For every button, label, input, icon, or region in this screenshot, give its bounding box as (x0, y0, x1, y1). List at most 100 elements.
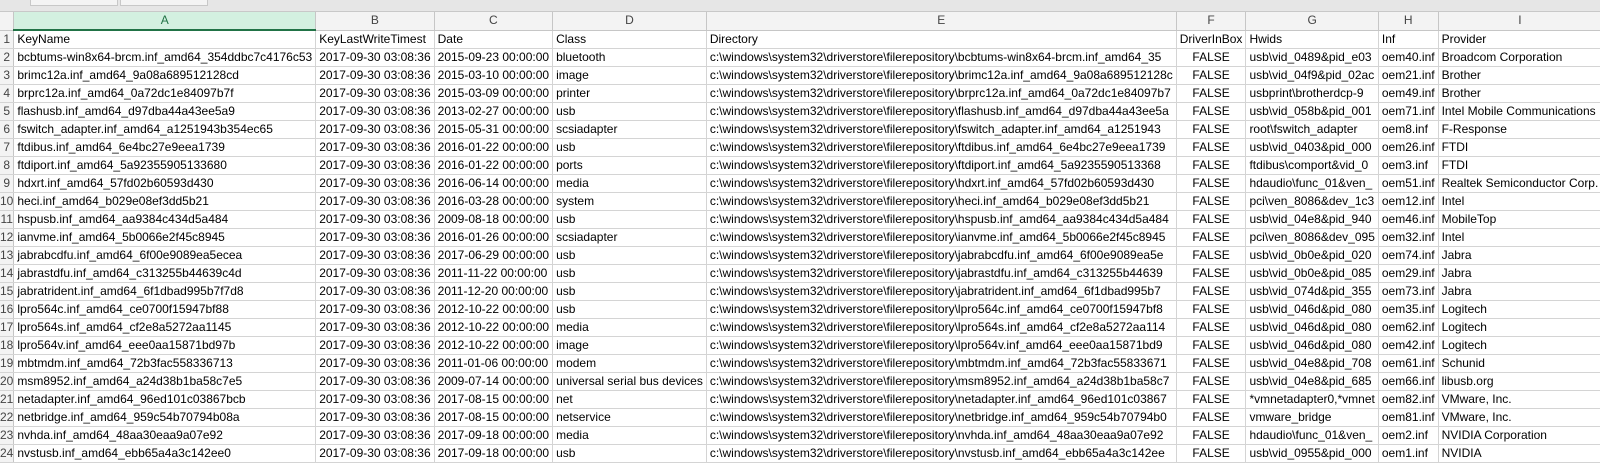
cell[interactable]: ianvme.inf_amd64_5b0066e2f45c8945 (13, 228, 317, 247)
cell[interactable]: brimc12a.inf_amd64_9a08a689512128cd (13, 66, 317, 85)
row-number[interactable]: 22 (0, 408, 15, 427)
cell[interactable]: 2017-09-30 03:08:36 (315, 66, 435, 85)
cell[interactable]: VMware, Inc. (1438, 390, 1600, 409)
cell[interactable]: 2017-09-30 03:08:36 (315, 210, 435, 229)
row-number[interactable]: 2 (0, 48, 15, 67)
cell[interactable]: 2017-09-30 03:08:36 (315, 444, 435, 463)
row-number[interactable]: 5 (0, 102, 15, 121)
cell[interactable]: FALSE (1176, 138, 1247, 157)
cell[interactable]: hdxrt.inf_amd64_57fd02b60593d430 (13, 174, 317, 193)
cell[interactable]: c:\windows\system32\driverstore\filerepo… (706, 354, 1177, 373)
cell[interactable]: 2017-09-30 03:08:36 (315, 426, 435, 445)
cell[interactable]: FALSE (1176, 354, 1247, 373)
cell[interactable]: 2017-09-30 03:08:36 (315, 354, 435, 373)
cell[interactable]: msm8952.inf_amd64_a24d38b1ba58c7e5 (13, 372, 317, 391)
column-header-g[interactable]: G (1245, 12, 1379, 31)
cell[interactable]: 2016-01-22 00:00:00 (434, 156, 554, 175)
cell[interactable]: lpro564v.inf_amd64_eee0aa15871bd97b (13, 336, 317, 355)
cell[interactable]: Intel (1438, 228, 1600, 247)
cell[interactable]: usb (552, 300, 707, 319)
cell[interactable]: Intel Mobile Communications (1438, 102, 1600, 121)
cell[interactable]: oem26.inf (1378, 138, 1439, 157)
cell[interactable]: pci\ven_8086&dev_1c3 (1245, 192, 1379, 211)
cell[interactable]: Logitech (1438, 318, 1600, 337)
cell[interactable]: usb (552, 282, 707, 301)
cell[interactable]: FALSE (1176, 174, 1247, 193)
cell[interactable]: nvstusb.inf_amd64_ebb65a4a3c142ee0 (13, 444, 317, 463)
cell[interactable]: FALSE (1176, 66, 1247, 85)
cell[interactable]: printer (552, 84, 707, 103)
cell[interactable]: heci.inf_amd64_b029e08ef3dd5b21 (13, 192, 317, 211)
cell[interactable]: FALSE (1176, 390, 1247, 409)
cell[interactable]: oem71.inf (1378, 102, 1439, 121)
cell[interactable]: KeyLastWriteTimest (315, 30, 435, 49)
cell[interactable]: usb\vid_0955&pid_000 (1245, 444, 1379, 463)
cell[interactable]: system (552, 192, 707, 211)
cell[interactable]: usb\vid_046d&pid_080 (1245, 318, 1379, 337)
cell[interactable]: 2012-10-22 00:00:00 (434, 300, 554, 319)
cell[interactable]: 2012-10-22 00:00:00 (434, 318, 554, 337)
cell[interactable]: c:\windows\system32\driverstore\filerepo… (706, 102, 1177, 121)
cell[interactable]: image (552, 66, 707, 85)
cell[interactable]: oem35.inf (1378, 300, 1439, 319)
column-header-f[interactable]: F (1176, 12, 1247, 31)
cell[interactable]: usb\vid_04f9&pid_02ac (1245, 66, 1379, 85)
cell[interactable]: Provider (1438, 30, 1600, 49)
cell[interactable]: Jabra (1438, 246, 1600, 265)
cell[interactable]: c:\windows\system32\driverstore\filerepo… (706, 264, 1177, 283)
row-number[interactable]: 11 (0, 210, 15, 229)
cell[interactable]: c:\windows\system32\driverstore\filerepo… (706, 426, 1177, 445)
cell[interactable]: 2017-09-30 03:08:36 (315, 84, 435, 103)
cell[interactable]: usb\vid_0b0e&pid_085 (1245, 264, 1379, 283)
cell[interactable]: ftdibus.inf_amd64_6e4bc27e9eea1739 (13, 138, 317, 157)
cell[interactable]: NVIDIA Corporation (1438, 426, 1600, 445)
cell[interactable]: 2009-07-14 00:00:00 (434, 372, 554, 391)
cell[interactable]: DriverInBox (1176, 30, 1247, 49)
cell[interactable]: KeyName (13, 30, 317, 49)
cell[interactable]: 2017-09-30 03:08:36 (315, 282, 435, 301)
row-number[interactable]: 16 (0, 300, 15, 319)
cell[interactable]: jabrastdfu.inf_amd64_c313255b44639c4d (13, 264, 317, 283)
cell[interactable]: 2017-09-30 03:08:36 (315, 156, 435, 175)
sheet-view-tab[interactable] (30, 0, 118, 6)
cell[interactable]: 2011-01-06 00:00:00 (434, 354, 554, 373)
cell[interactable]: Class (552, 30, 707, 49)
cell[interactable]: FALSE (1176, 372, 1247, 391)
sheet-view-tab[interactable] (120, 0, 208, 6)
row-number[interactable]: 12 (0, 228, 15, 247)
cell[interactable]: libusb.org (1438, 372, 1600, 391)
cell[interactable]: net (552, 390, 707, 409)
row-number[interactable]: 3 (0, 66, 15, 85)
cell[interactable]: oem73.inf (1378, 282, 1439, 301)
cell[interactable]: Brother (1438, 66, 1600, 85)
cell[interactable]: oem32.inf (1378, 228, 1439, 247)
row-number[interactable]: 19 (0, 354, 15, 373)
row-number[interactable]: 24 (0, 444, 15, 463)
cell[interactable]: usb (552, 246, 707, 265)
cell[interactable]: vmware_bridge (1245, 408, 1379, 427)
cell[interactable]: FTDI (1438, 138, 1600, 157)
cell[interactable]: c:\windows\system32\driverstore\filerepo… (706, 336, 1177, 355)
column-header-a[interactable]: A (13, 12, 317, 31)
cell[interactable]: Jabra (1438, 282, 1600, 301)
cell[interactable]: jabratrident.inf_amd64_6f1dbad995b7f7d8 (13, 282, 317, 301)
cell[interactable]: FALSE (1176, 426, 1247, 445)
cell[interactable]: oem62.inf (1378, 318, 1439, 337)
cell[interactable]: 2017-09-30 03:08:36 (315, 408, 435, 427)
cell[interactable]: usbprint\brotherdcp-9 (1245, 84, 1379, 103)
cell[interactable]: 2017-09-18 00:00:00 (434, 426, 554, 445)
cell[interactable]: VMware, Inc. (1438, 408, 1600, 427)
cell[interactable]: 2017-09-30 03:08:36 (315, 120, 435, 139)
cell[interactable]: 2012-10-22 00:00:00 (434, 336, 554, 355)
cell[interactable]: oem29.inf (1378, 264, 1439, 283)
cell[interactable]: F-Response (1438, 120, 1600, 139)
cell[interactable]: 2017-08-15 00:00:00 (434, 390, 554, 409)
cell[interactable]: FALSE (1176, 336, 1247, 355)
column-header-h[interactable]: H (1378, 12, 1439, 31)
cell[interactable]: 2015-03-10 00:00:00 (434, 66, 554, 85)
cell[interactable]: 2016-01-26 00:00:00 (434, 228, 554, 247)
cell[interactable]: oem3.inf (1378, 156, 1439, 175)
cell[interactable]: image (552, 336, 707, 355)
row-number[interactable]: 20 (0, 372, 15, 391)
cell[interactable]: oem49.inf (1378, 84, 1439, 103)
